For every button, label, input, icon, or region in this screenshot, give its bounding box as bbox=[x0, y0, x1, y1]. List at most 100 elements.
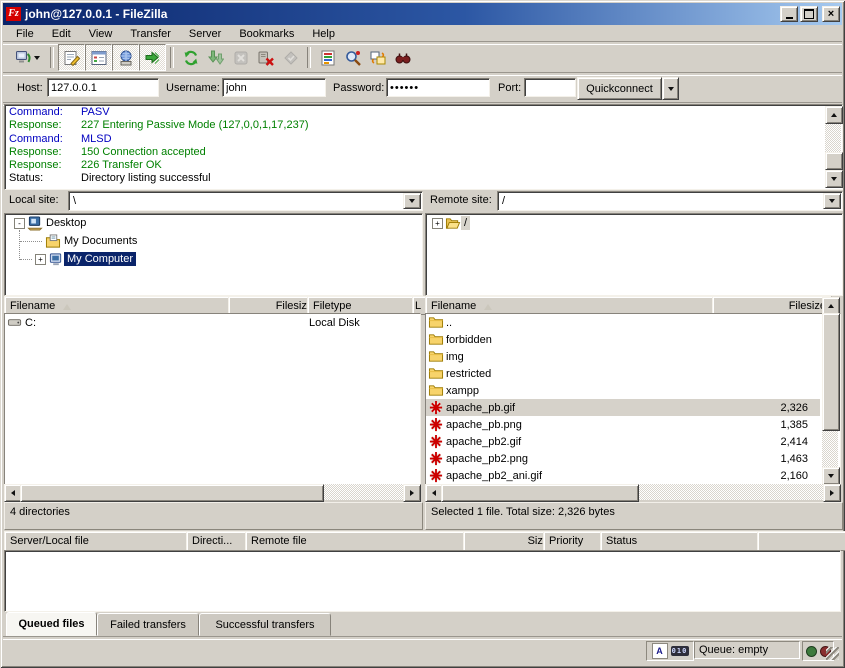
tab-failed-transfers[interactable]: Failed transfers bbox=[97, 613, 199, 636]
menu-bookmarks[interactable]: Bookmarks bbox=[230, 27, 303, 41]
green-led-icon bbox=[806, 646, 817, 657]
site-manager-button[interactable] bbox=[9, 45, 46, 70]
quickconnect-button[interactable]: Quickconnect bbox=[577, 77, 662, 100]
tree-item-root[interactable]: + / bbox=[426, 214, 842, 232]
tree-item-my-documents[interactable]: My Documents bbox=[5, 232, 422, 250]
log-line: Command:MLSD bbox=[5, 133, 842, 146]
tree-item-desktop[interactable]: - Desktop bbox=[5, 214, 422, 232]
file-size: 1,463 bbox=[780, 453, 808, 465]
scroll-right-button[interactable] bbox=[823, 484, 841, 502]
host-input[interactable] bbox=[47, 78, 159, 97]
remote-site-combo[interactable]: / bbox=[497, 191, 843, 211]
tree-guide-line bbox=[20, 259, 32, 260]
binoculars-icon bbox=[395, 50, 411, 66]
filename-filters-button[interactable] bbox=[315, 45, 340, 70]
scroll-up-button[interactable] bbox=[825, 106, 843, 124]
menu-view[interactable]: View bbox=[80, 27, 122, 41]
local-site-combo[interactable]: \ bbox=[68, 191, 423, 211]
queue-column-server-local-file[interactable]: Server/Local file bbox=[4, 531, 198, 551]
local-horizontal-scrollbar[interactable] bbox=[4, 484, 421, 500]
tab-queued-files[interactable]: Queued files bbox=[6, 612, 97, 636]
file-size: 2,326 bbox=[780, 402, 808, 414]
scroll-down-button[interactable] bbox=[822, 467, 840, 485]
local-directory-tree[interactable]: - Desktop My Documents + My Computer bbox=[4, 213, 423, 296]
toggle-local-tree-button[interactable] bbox=[85, 44, 112, 71]
chevron-down-icon bbox=[409, 199, 415, 206]
minimize-button[interactable] bbox=[780, 6, 798, 22]
expand-icon[interactable]: + bbox=[432, 218, 443, 229]
expand-icon[interactable]: + bbox=[35, 254, 46, 265]
scrollbar-thumb[interactable] bbox=[441, 484, 639, 502]
toggle-transfer-queue-button[interactable] bbox=[139, 44, 166, 71]
username-label: Username: bbox=[166, 82, 220, 94]
transfer-type-icon[interactable]: A bbox=[652, 643, 668, 659]
log-line: Response:226 Transfer OK bbox=[5, 159, 842, 172]
local-status-text: 4 directories bbox=[4, 502, 423, 530]
transfer-queue-list[interactable] bbox=[4, 550, 841, 612]
collapse-icon[interactable]: - bbox=[14, 218, 25, 229]
find-files-button[interactable] bbox=[390, 45, 415, 70]
local-site-dropdown-button[interactable] bbox=[403, 193, 421, 209]
tab-successful-transfers[interactable]: Successful transfers bbox=[199, 613, 331, 636]
folder-icon bbox=[428, 366, 444, 381]
log-line: Response:150 Connection accepted bbox=[5, 146, 842, 159]
remote-list-scrollbar[interactable] bbox=[822, 297, 838, 483]
local-file-list[interactable]: C: Local Disk bbox=[4, 313, 421, 485]
resize-grip[interactable] bbox=[826, 647, 839, 660]
close-button[interactable]: × bbox=[822, 6, 840, 22]
log-scrollbar[interactable] bbox=[825, 106, 841, 186]
username-input[interactable] bbox=[222, 78, 326, 97]
menu-file[interactable]: File bbox=[7, 27, 43, 41]
transfer-mode-badge-icon[interactable]: 010 bbox=[671, 646, 689, 656]
remote-file-row[interactable]: apache_pb2.gif2,414 bbox=[426, 433, 820, 450]
site-manager-icon bbox=[16, 50, 32, 66]
local-file-row[interactable]: C: Local Disk bbox=[5, 314, 420, 331]
scroll-down-button[interactable] bbox=[825, 170, 843, 188]
scrollbar-thumb[interactable] bbox=[822, 313, 840, 431]
port-input[interactable] bbox=[524, 78, 576, 97]
remote-file-row[interactable]: apache_pb2_ani.gif2,160 bbox=[426, 467, 820, 484]
refresh-button[interactable] bbox=[178, 45, 203, 70]
queue-column-remote-file[interactable]: Remote file bbox=[245, 531, 475, 551]
maximize-button[interactable] bbox=[800, 6, 818, 22]
remote-file-row-selected[interactable]: apache_pb.gif2,326 bbox=[426, 399, 820, 416]
scrollbar-thumb[interactable] bbox=[825, 152, 843, 170]
arrow-right-icon bbox=[830, 490, 837, 496]
message-log[interactable]: Command:PASV Response:227 Entering Passi… bbox=[4, 104, 843, 190]
synchronized-browsing-button[interactable] bbox=[365, 45, 390, 70]
remote-file-row[interactable]: forbidden bbox=[426, 331, 820, 348]
queue-column-status[interactable]: Status bbox=[600, 531, 769, 551]
window-controls: × bbox=[780, 6, 842, 22]
remote-site-dropdown-button[interactable] bbox=[823, 193, 841, 209]
title-bar[interactable]: Fz john@127.0.0.1 - FileZilla × bbox=[3, 3, 842, 25]
menu-bar: File Edit View Transfer Server Bookmarks… bbox=[3, 25, 842, 42]
filter-icon bbox=[320, 50, 336, 66]
process-queue-button[interactable] bbox=[203, 45, 228, 70]
remote-file-row[interactable]: restricted bbox=[426, 365, 820, 382]
menu-server[interactable]: Server bbox=[180, 27, 230, 41]
remote-file-list[interactable]: .. forbidden img restricted xampp apache… bbox=[425, 313, 841, 485]
password-input[interactable] bbox=[386, 78, 490, 97]
scroll-right-button[interactable] bbox=[403, 484, 421, 502]
sort-asc-icon bbox=[63, 300, 71, 310]
queue-column-size[interactable]: Size bbox=[463, 531, 555, 551]
disconnect-button[interactable] bbox=[253, 45, 278, 70]
scrollbar-thumb[interactable] bbox=[20, 484, 324, 502]
remote-file-row[interactable]: img bbox=[426, 348, 820, 365]
remote-file-row[interactable]: apache_pb.png1,385 bbox=[426, 416, 820, 433]
menu-help[interactable]: Help bbox=[303, 27, 344, 41]
remote-horizontal-scrollbar[interactable] bbox=[425, 484, 841, 500]
toggle-message-log-button[interactable] bbox=[58, 44, 85, 71]
remote-file-row[interactable]: .. bbox=[426, 314, 820, 331]
menu-transfer[interactable]: Transfer bbox=[121, 27, 180, 41]
toggle-remote-tree-button[interactable] bbox=[112, 44, 139, 71]
directory-comparison-button[interactable] bbox=[340, 45, 365, 70]
quickconnect-dropdown-button[interactable] bbox=[662, 77, 679, 100]
tree-item-my-computer[interactable]: + My Computer bbox=[5, 250, 422, 268]
toolbar-separator bbox=[50, 47, 54, 68]
remote-directory-tree[interactable]: + / bbox=[425, 213, 843, 296]
local-tree-icon bbox=[91, 50, 107, 66]
remote-file-row[interactable]: xampp bbox=[426, 382, 820, 399]
menu-edit[interactable]: Edit bbox=[43, 27, 80, 41]
remote-file-row[interactable]: apache_pb2.png1,463 bbox=[426, 450, 820, 467]
